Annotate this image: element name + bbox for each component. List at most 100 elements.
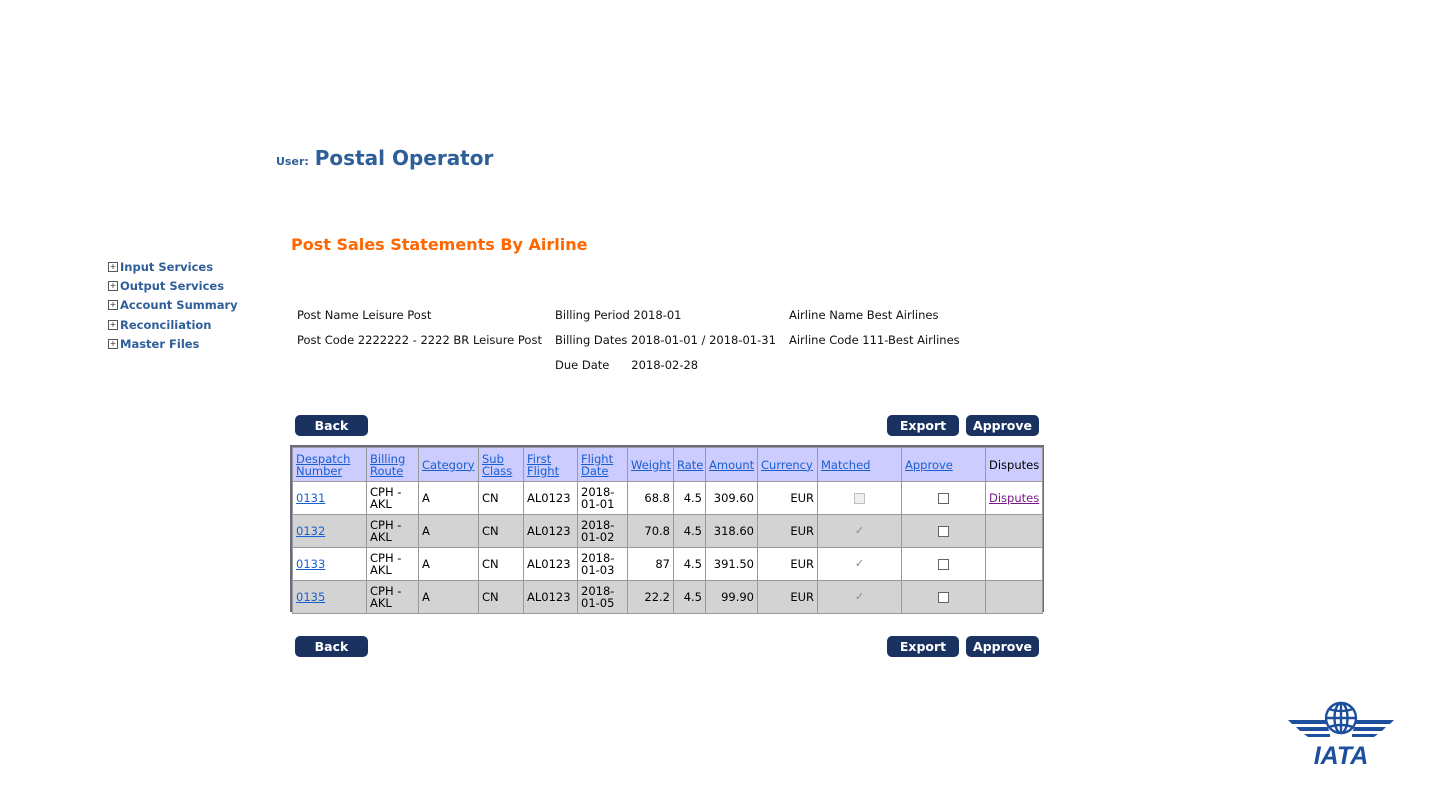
airline-name: Airline Name Best Airlines — [789, 308, 939, 322]
col-approve[interactable]: Approve — [901, 447, 986, 482]
billing-dates: Billing Dates 2018-01-01 / 2018-01-31 — [555, 333, 776, 347]
weight-cell: 22.2 — [627, 580, 674, 614]
col-amount[interactable]: Amount — [705, 447, 758, 482]
billing-route-cell: CPH - AKL — [366, 547, 419, 581]
sort-link-despatch[interactable]: Despatch Number — [296, 452, 350, 478]
billing-route-cell: CPH - AKL — [366, 481, 419, 515]
sort-link-weight[interactable]: Weight — [631, 458, 671, 472]
despatch-number-link[interactable]: 0135 — [296, 590, 325, 604]
approve-button-top[interactable]: Approve — [966, 415, 1039, 436]
flight-date-cell: 2018- 01-01 — [577, 481, 628, 515]
disputes-cell: Disputes — [985, 481, 1043, 515]
table-row: 0131 CPH - AKL A CN AL0123 2018- 01-01 68.… — [292, 481, 1043, 515]
currency-cell: EUR — [757, 580, 818, 614]
col-sub-class[interactable]: Sub Class — [478, 447, 524, 482]
table-header-row: Despatch Number Billing Route Category Sub… — [292, 447, 1043, 482]
expand-icon[interactable]: + — [108, 261, 118, 272]
col-flight-date[interactable]: Flight Date — [577, 447, 628, 482]
user-name: Postal Operator — [314, 146, 494, 170]
sidebar-nav: + Input Services + Output Services + Accoun… — [108, 257, 238, 353]
airline-code: Airline Code 111-Best Airlines — [789, 333, 960, 347]
approve-checkbox[interactable] — [938, 526, 949, 537]
sort-link-matched[interactable]: Matched — [821, 458, 870, 472]
matched-cell — [817, 481, 902, 515]
expand-icon[interactable]: + — [108, 300, 118, 311]
sort-link-rate[interactable]: Rate — [677, 458, 703, 472]
amount-cell: 318.60 — [705, 514, 758, 548]
user-label: User: — [276, 155, 309, 168]
category-cell: A — [418, 514, 479, 548]
matched-checkbox — [854, 493, 865, 504]
sidebar-item-input-services[interactable]: + Input Services — [108, 257, 238, 276]
expand-icon[interactable]: + — [108, 319, 118, 330]
first-flight-cell: AL0123 — [523, 514, 578, 548]
col-category[interactable]: Category — [418, 447, 479, 482]
col-despatch-number[interactable]: Despatch Number — [292, 447, 367, 482]
export-button-top[interactable]: Export — [887, 415, 959, 436]
matched-cell: ✓ — [817, 514, 902, 548]
expand-icon[interactable]: + — [108, 338, 118, 349]
first-flight-cell: AL0123 — [523, 547, 578, 581]
sort-link-approve[interactable]: Approve — [905, 458, 953, 472]
expand-icon[interactable]: + — [108, 280, 118, 291]
logo-wing-left-3 — [1304, 734, 1330, 737]
statements-table-wrapper: Despatch Number Billing Route Category Sub… — [290, 445, 1044, 614]
approve-button-bottom[interactable]: Approve — [966, 636, 1039, 657]
col-rate[interactable]: Rate — [673, 447, 706, 482]
despatch-number-link[interactable]: 0132 — [296, 524, 325, 538]
approve-checkbox[interactable] — [938, 493, 949, 504]
sidebar-item-reconciliation[interactable]: + Reconciliation — [108, 315, 238, 334]
sort-link-flight-date[interactable]: Flight Date — [581, 452, 613, 478]
flight-date-cell: 2018- 01-05 — [577, 580, 628, 614]
logo-wing-right-3 — [1352, 734, 1378, 737]
matched-cell: ✓ — [817, 580, 902, 614]
logo-wing-left-1 — [1288, 720, 1328, 724]
sidebar-item-label: Input Services — [120, 259, 214, 274]
col-currency[interactable]: Currency — [757, 447, 818, 482]
check-icon: ✓ — [854, 590, 865, 604]
rate-cell: 4.5 — [673, 514, 706, 548]
currency-cell: EUR — [757, 481, 818, 515]
sort-link-sub-class[interactable]: Sub Class — [482, 452, 512, 478]
back-button-top[interactable]: Back — [295, 415, 368, 436]
approve-checkbox[interactable] — [938, 559, 949, 570]
iata-logo: IATA — [1288, 701, 1394, 768]
table-row: 0132 CPH - AKL A CN AL0123 2018- 01-02 70.… — [292, 514, 1043, 548]
category-cell: A — [418, 580, 479, 614]
amount-cell: 309.60 — [705, 481, 758, 515]
amount-cell: 99.90 — [705, 580, 758, 614]
rate-cell: 4.5 — [673, 481, 706, 515]
sort-link-first-flight[interactable]: First Flight — [527, 452, 559, 478]
col-weight[interactable]: Weight — [627, 447, 674, 482]
disputes-link[interactable]: Disputes — [989, 491, 1039, 505]
currency-cell: EUR — [757, 514, 818, 548]
sidebar-item-label: Reconciliation — [120, 317, 212, 332]
approve-checkbox[interactable] — [938, 592, 949, 603]
col-matched[interactable]: Matched — [817, 447, 902, 482]
export-button-bottom[interactable]: Export — [887, 636, 959, 657]
sort-link-currency[interactable]: Currency — [761, 458, 813, 472]
despatch-number-link[interactable]: 0133 — [296, 557, 325, 571]
check-icon: ✓ — [854, 524, 865, 538]
sidebar-item-output-services[interactable]: + Output Services — [108, 276, 238, 295]
logo-wing-right-2 — [1353, 727, 1386, 731]
sidebar-item-label: Account Summary — [120, 298, 238, 313]
sort-link-amount[interactable]: Amount — [709, 458, 754, 472]
user-display: User: Postal Operator — [276, 146, 493, 170]
col-billing-route[interactable]: Billing Route — [366, 447, 419, 482]
sort-link-route[interactable]: Billing Route — [370, 452, 405, 478]
sidebar-item-label: Master Files — [120, 336, 200, 351]
due-date: Due Date 2018-02-28 — [555, 358, 699, 372]
sidebar-item-master-files[interactable]: + Master Files — [108, 334, 238, 353]
back-button-bottom[interactable]: Back — [295, 636, 368, 657]
logo-wing-right-1 — [1354, 720, 1394, 724]
approve-cell — [901, 481, 986, 515]
despatch-number-link[interactable]: 0131 — [296, 491, 325, 505]
currency-cell: EUR — [757, 547, 818, 581]
post-name: Post Name Leisure Post — [297, 308, 432, 322]
col-first-flight[interactable]: First Flight — [523, 447, 578, 482]
sort-link-category[interactable]: Category — [422, 458, 475, 472]
sidebar-item-account-summary[interactable]: + Account Summary — [108, 296, 238, 315]
billing-route-cell: CPH - AKL — [366, 514, 419, 548]
amount-cell: 391.50 — [705, 547, 758, 581]
